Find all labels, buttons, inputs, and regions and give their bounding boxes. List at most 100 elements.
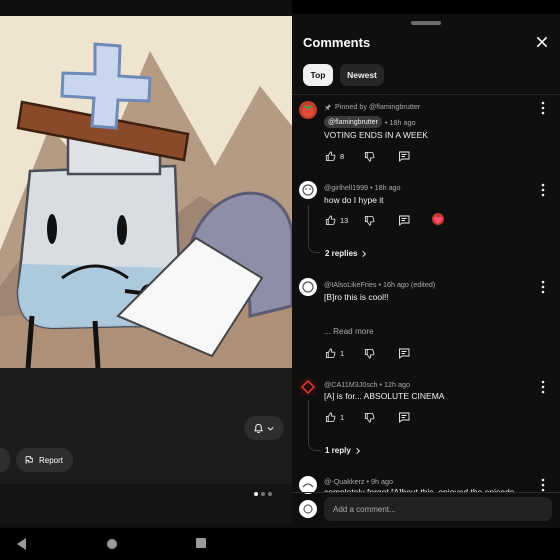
avatar[interactable] [299,378,317,396]
more-options-icon[interactable] [539,280,547,294]
notification-bell-button[interactable] [244,416,284,440]
thumbs-down-icon [364,151,375,162]
comment-text: VOTING ENDS IN A WEEK [324,130,428,140]
comment-age: • 18h ago [385,118,416,127]
chevron-right-icon [356,447,360,454]
pager-dot [268,492,272,496]
sketch-avatar-icon [302,281,314,293]
home-icon[interactable] [107,539,117,549]
reply-button[interactable] [398,412,410,423]
thumbs-down-icon [364,348,375,359]
panel-divider [292,94,560,95]
pinned-text: Pinned by @flamingbrutter [335,102,421,111]
bell-icon [253,423,264,433]
avatar[interactable] [299,101,317,119]
panel-top-edge [292,0,560,14]
dislike-button[interactable] [364,215,375,226]
flag-icon [25,456,33,464]
pager-dot [261,492,265,496]
pin-icon [325,103,331,110]
view-replies-button[interactable]: 1 reply [325,446,362,455]
dislike-button[interactable] [364,348,375,359]
comment-icon [399,215,410,226]
more-options-icon[interactable] [539,478,547,492]
comment-author[interactable]: @girlhell1999 [324,183,368,192]
thumbs-down-icon [364,412,375,423]
like-count: 1 [340,413,345,422]
avatar[interactable] [299,278,317,296]
composer-divider [292,492,560,493]
thumbs-up-icon [325,348,336,359]
comment-header: @-Quakkerz • 9h ago [324,477,393,486]
thumbs-up-icon [325,215,336,226]
comment-text: [B]ro this is cool!! [324,292,389,302]
comment-text: [A] is for... ABSOLUTE CINEMA [324,391,445,401]
view-replies-button[interactable]: 2 replies [325,249,368,258]
comment-age: • 18h ago [370,183,401,192]
comment-author[interactable]: @IAlsoLikeFries [324,280,376,289]
panel-title: Comments [303,35,371,50]
comment-age: • 16h ago (edited) [378,280,436,289]
sketch-avatar-icon [302,184,314,196]
dislike-button[interactable] [364,151,375,162]
report-label: Report [39,455,64,465]
like-button[interactable]: 13 [325,215,348,226]
comment-icon [399,151,410,162]
replies-label: 1 reply [325,446,351,455]
carousel-pager [254,492,272,496]
like-count: 8 [340,152,345,161]
comment-header: @girlhell1999 • 18h ago [324,183,401,192]
system-nav-bar [0,528,560,560]
like-count: 13 [340,216,349,225]
comment-age: • 12h ago [379,380,411,389]
dislike-button[interactable] [364,412,375,423]
more-options-icon[interactable] [539,101,547,115]
diamond-avatar-icon [300,379,316,395]
drag-handle[interactable] [411,21,441,25]
chevron-down-icon [267,426,274,431]
avatar[interactable] [299,181,317,199]
close-icon[interactable] [534,34,550,50]
like-count: 1 [340,349,345,358]
chevron-right-icon [362,250,367,257]
pinned-indicator: Pinned by @flamingbrutter [324,102,420,111]
user-avatar [299,500,317,518]
video-player[interactable] [0,16,292,368]
thumbs-up-icon [325,151,336,162]
like-button[interactable]: 1 [325,412,344,423]
tab-top[interactable]: Top [303,64,333,86]
video-frame-illustration [0,16,292,368]
comment-header: @IAlsoLikeFries • 16h ago (edited) [324,280,435,289]
reply-thread-line [308,400,320,451]
reply-button[interactable] [398,151,410,162]
comment-author[interactable]: @CA11M3J0sch [324,380,378,389]
more-options-icon[interactable] [539,380,547,394]
like-button[interactable]: 8 [325,151,344,162]
sketch-avatar-icon [303,504,313,514]
recent-apps-icon[interactable] [196,538,206,548]
read-more-link[interactable]: ... Read more [324,327,374,336]
back-icon[interactable] [15,537,27,551]
reply-button[interactable] [398,215,410,226]
comment-icon [399,348,410,359]
more-options-icon[interactable] [539,183,547,197]
comment-icon [399,412,410,423]
reply-thread-line [308,205,320,253]
creator-heart-avatar [432,213,444,225]
tab-newest[interactable]: Newest [340,64,384,86]
strawberry-avatar-icon [302,105,314,117]
video-bottom-strip [0,484,292,524]
comment-header: @CA11M3J0sch • 12h ago [324,380,410,389]
comment-age: • 9h ago [366,477,393,486]
like-button[interactable]: 1 [325,348,344,359]
thumbs-down-icon [364,215,375,226]
comment-text: how do I hype it [324,195,384,205]
pager-dot [254,492,258,496]
replies-label: 2 replies [325,249,358,258]
creator-name-chip[interactable]: @flamingbrutter [324,116,382,128]
add-comment-input[interactable]: Add a comment... [324,497,552,521]
thumbs-up-icon [325,412,336,423]
report-button[interactable]: Report [16,448,74,472]
comment-author[interactable]: @-Quakkerz [324,477,364,486]
reply-button[interactable] [398,348,410,359]
